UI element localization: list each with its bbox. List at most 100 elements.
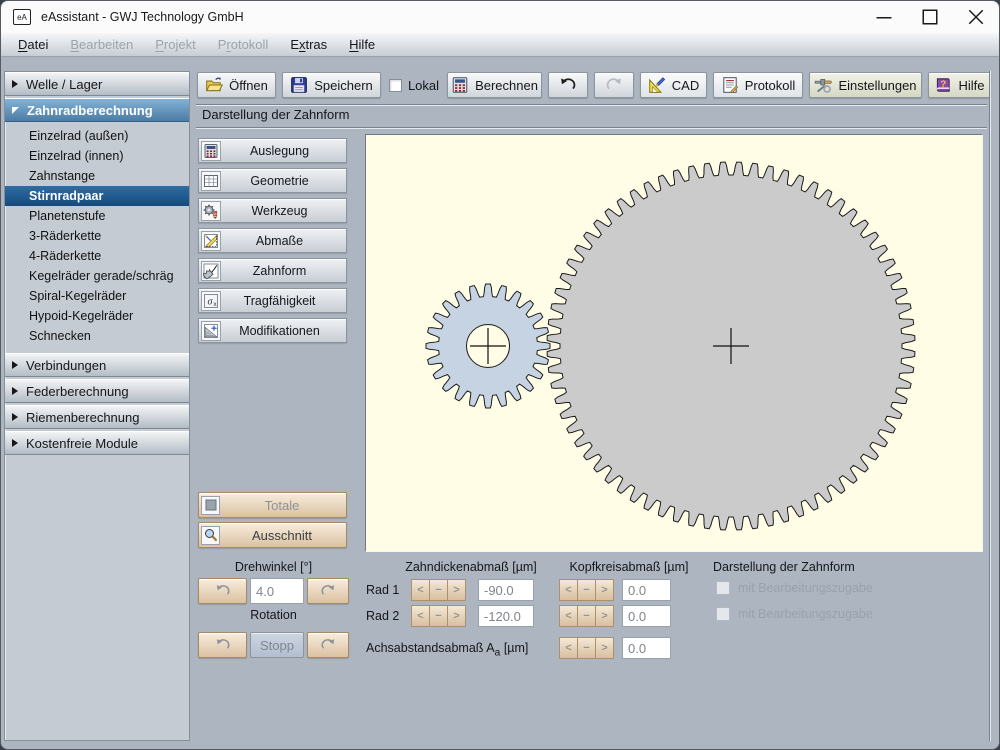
bearbeitungszugabe-checkbox-1[interactable] bbox=[716, 581, 730, 595]
bearbeitungszugabe-checkbox-2[interactable] bbox=[716, 607, 730, 621]
step-back-button[interactable]: < bbox=[411, 605, 430, 627]
redo-button[interactable] bbox=[594, 72, 634, 98]
rotate-cw-step-button[interactable] bbox=[307, 578, 349, 604]
view-button-tragfahigkeit[interactable]: σxTragfähigkeit bbox=[198, 288, 347, 313]
minimize-button[interactable] bbox=[861, 1, 907, 33]
app-window: eA eAssistant - GWJ Technology GmbH Date… bbox=[0, 0, 1000, 750]
view-button-geometrie[interactable]: Geometrie bbox=[198, 168, 347, 193]
step-forward-button[interactable]: > bbox=[447, 579, 466, 601]
triangle-collapsed-icon bbox=[12, 80, 18, 88]
tooth-profile-icon bbox=[201, 261, 221, 281]
step-back-button[interactable]: < bbox=[559, 579, 578, 601]
step-zero-button[interactable]: − bbox=[577, 579, 596, 601]
drehwinkel-input[interactable] bbox=[250, 578, 304, 604]
close-button[interactable] bbox=[953, 1, 999, 33]
kopfkreis-label: Kopfkreisabmaß [µm] bbox=[553, 560, 705, 574]
step-zero-button[interactable]: − bbox=[577, 637, 596, 659]
sidebar-section-federberechnung[interactable]: Federberechnung bbox=[5, 379, 189, 403]
save-button[interactable]: Speichern bbox=[282, 72, 381, 98]
sidebar-section-label: Federberechnung bbox=[26, 384, 129, 399]
cad-button[interactable]: CAD bbox=[640, 72, 707, 98]
view-button-abmasse[interactable]: Abmaße bbox=[198, 228, 347, 253]
sidebar-item-hypoid-kegelrader[interactable]: Hypoid-Kegelräder bbox=[5, 306, 189, 326]
sidebar-item-4-raderkette[interactable]: 4-Räderkette bbox=[5, 246, 189, 266]
step-forward-button[interactable]: > bbox=[595, 637, 614, 659]
sidebar-section-label: Verbindungen bbox=[26, 358, 106, 373]
zahndicken-rad2-input[interactable] bbox=[478, 605, 534, 627]
step-zero-button[interactable]: − bbox=[577, 605, 596, 627]
sidebar-item-schnecken[interactable]: Schnecken bbox=[5, 326, 189, 346]
totale-button[interactable]: Totale bbox=[198, 492, 347, 518]
view-button-werkzeug[interactable]: Werkzeug bbox=[198, 198, 347, 223]
view-button-modifikationen[interactable]: Modifikationen bbox=[198, 318, 347, 343]
menu-extras[interactable]: Extras bbox=[279, 35, 338, 54]
sidebar-item-3-raderkette[interactable]: 3-Räderkette bbox=[5, 226, 189, 246]
local-checkbox[interactable] bbox=[389, 79, 402, 92]
step-back-button[interactable]: < bbox=[559, 605, 578, 627]
menu-projekt[interactable]: Projekt bbox=[144, 35, 206, 54]
view-button-zahnform[interactable]: Zahnform bbox=[198, 258, 347, 283]
sidebar-item-kegelrader-gerade-schrag[interactable]: Kegelräder gerade/schräg bbox=[5, 266, 189, 286]
step-zero-button[interactable]: − bbox=[429, 579, 448, 601]
view-button-label: Zahnform bbox=[221, 264, 344, 278]
rotate-cw-icon bbox=[319, 582, 338, 601]
zahndicken-rad1-input[interactable] bbox=[478, 579, 534, 601]
menu-bearbeiten[interactable]: Bearbeiten bbox=[59, 35, 144, 54]
sidebar-item-einzelrad-aussen[interactable]: Einzelrad (außen) bbox=[5, 126, 189, 146]
sidebar-section-riemenberechnung[interactable]: Riemenberechnung bbox=[5, 405, 189, 429]
menu-datei[interactable]: Datei bbox=[7, 35, 59, 54]
achsabstand-input[interactable] bbox=[622, 637, 671, 659]
sidebar-section-verbindungen[interactable]: Verbindungen bbox=[5, 353, 189, 377]
local-checkbox-group: Lokal bbox=[387, 78, 441, 93]
kopfkreis-rad1-input[interactable] bbox=[622, 579, 671, 601]
modification-icon bbox=[201, 321, 221, 341]
sidebar: Welle / LagerZahnradberechnung Einzelrad … bbox=[4, 71, 190, 741]
undo-button[interactable] bbox=[548, 72, 588, 98]
menu-protokoll[interactable]: Protokoll bbox=[207, 35, 280, 54]
titlebar: eA eAssistant - GWJ Technology GmbH bbox=[1, 1, 999, 33]
calculator-icon bbox=[201, 141, 221, 161]
sidebar-section-zahnradberechnung[interactable]: Zahnradberechnung bbox=[5, 98, 189, 122]
sidebar-item-einzelrad-innen[interactable]: Einzelrad (innen) bbox=[5, 146, 189, 166]
rotation-stop-button[interactable]: Stopp bbox=[250, 632, 304, 658]
maximize-button[interactable] bbox=[907, 1, 953, 33]
toolbar: Öffnen Speichern Lokal Berechnen bbox=[197, 71, 991, 99]
kopfkreis-rad2-stepper: < − > bbox=[559, 605, 614, 627]
ausschnitt-button[interactable]: Ausschnitt bbox=[198, 522, 347, 548]
sidebar-section-kostenfreie-module[interactable]: Kostenfreie Module bbox=[5, 431, 189, 455]
rotate-cw-icon bbox=[319, 636, 338, 655]
sidebar-item-zahnstange[interactable]: Zahnstange bbox=[5, 166, 189, 186]
sidebar-item-planetenstufe[interactable]: Planetenstufe bbox=[5, 206, 189, 226]
rotate-ccw-step-button[interactable] bbox=[198, 578, 247, 604]
open-button[interactable]: Öffnen bbox=[197, 72, 276, 98]
menu-hilfe[interactable]: Hilfe bbox=[338, 35, 386, 54]
kopfkreis-rad2-input[interactable] bbox=[622, 605, 671, 627]
rotation-cw-button[interactable] bbox=[307, 632, 349, 658]
settings-icon bbox=[814, 76, 832, 94]
svg-text:?: ? bbox=[941, 79, 947, 90]
sidebar-item-stirnradpaar[interactable]: Stirnradpaar bbox=[5, 186, 189, 206]
step-forward-button[interactable]: > bbox=[595, 579, 614, 601]
view-button-column: Auslegung Geometrie Werkzeug Abmaße Zahnform… bbox=[198, 138, 347, 343]
help-button[interactable]: ? Hilfe bbox=[928, 72, 991, 98]
step-back-button[interactable]: < bbox=[411, 579, 430, 601]
view-button-label: Abmaße bbox=[221, 234, 344, 248]
rotate-ccw-icon bbox=[213, 636, 232, 655]
gear-drawing bbox=[366, 135, 984, 553]
sidebar-section-welle-lager[interactable]: Welle / Lager bbox=[5, 72, 189, 96]
calculate-button[interactable]: Berechnen bbox=[447, 72, 542, 98]
step-back-button[interactable]: < bbox=[559, 637, 578, 659]
protocol-icon bbox=[721, 76, 739, 94]
sidebar-item-spiral-kegelrader[interactable]: Spiral-Kegelräder bbox=[5, 286, 189, 306]
step-forward-button[interactable]: > bbox=[595, 605, 614, 627]
zahndicken-label: Zahndickenabmaß [µm] bbox=[399, 560, 543, 574]
view-button-auslegung[interactable]: Auslegung bbox=[198, 138, 347, 163]
protocol-button[interactable]: Protokoll bbox=[713, 72, 803, 98]
step-forward-button[interactable]: > bbox=[447, 605, 466, 627]
rotation-ccw-button[interactable] bbox=[198, 632, 247, 658]
help-icon: ? bbox=[934, 76, 952, 94]
maximize-icon bbox=[921, 8, 939, 26]
redo-icon bbox=[605, 76, 623, 94]
step-zero-button[interactable]: − bbox=[429, 605, 448, 627]
settings-button[interactable]: Einstellungen bbox=[809, 72, 922, 98]
